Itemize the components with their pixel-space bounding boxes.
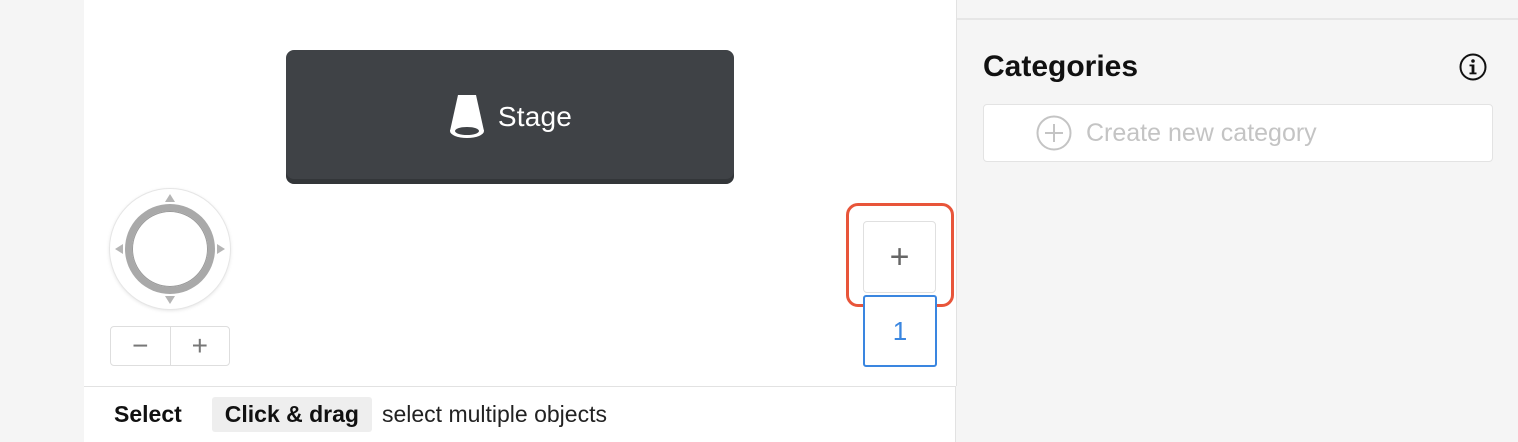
status-mode: Select [114,401,182,427]
pan-joystick[interactable] [110,189,230,309]
zoom-in-button[interactable]: + [169,327,230,365]
status-shortcut-key: Click & drag [211,397,372,432]
stage-label: Stage [497,101,573,132]
pan-right-arrow-icon[interactable] [217,244,225,254]
pan-left-arrow-icon[interactable] [115,244,123,254]
categories-title: Categories [983,50,1139,83]
joystick-knob[interactable] [132,211,208,287]
left-gutter [0,0,85,442]
info-icon[interactable] [1459,53,1487,81]
pan-up-arrow-icon[interactable] [165,194,175,202]
status-description: select multiple objects [381,401,607,427]
status-bar: Select Click & drag select multiple obje… [84,386,956,442]
panel-divider [957,18,1518,20]
create-category-label: Create new category [1086,118,1317,147]
categories-panel: Categories Create new category [957,0,1518,442]
add-level-button[interactable]: + [863,221,936,293]
stage-cone-icon [448,93,486,141]
stage-object[interactable]: Stage [286,50,734,184]
level-1-button[interactable]: 1 [863,295,937,367]
create-category-button[interactable]: Create new category [983,104,1493,162]
seating-canvas[interactable]: Stage − + + 1 [84,0,957,386]
zoom-out-button[interactable]: − [111,327,170,365]
pan-down-arrow-icon[interactable] [165,296,175,304]
zoom-controls: − + [110,326,230,366]
plus-circle-icon [1036,115,1072,151]
